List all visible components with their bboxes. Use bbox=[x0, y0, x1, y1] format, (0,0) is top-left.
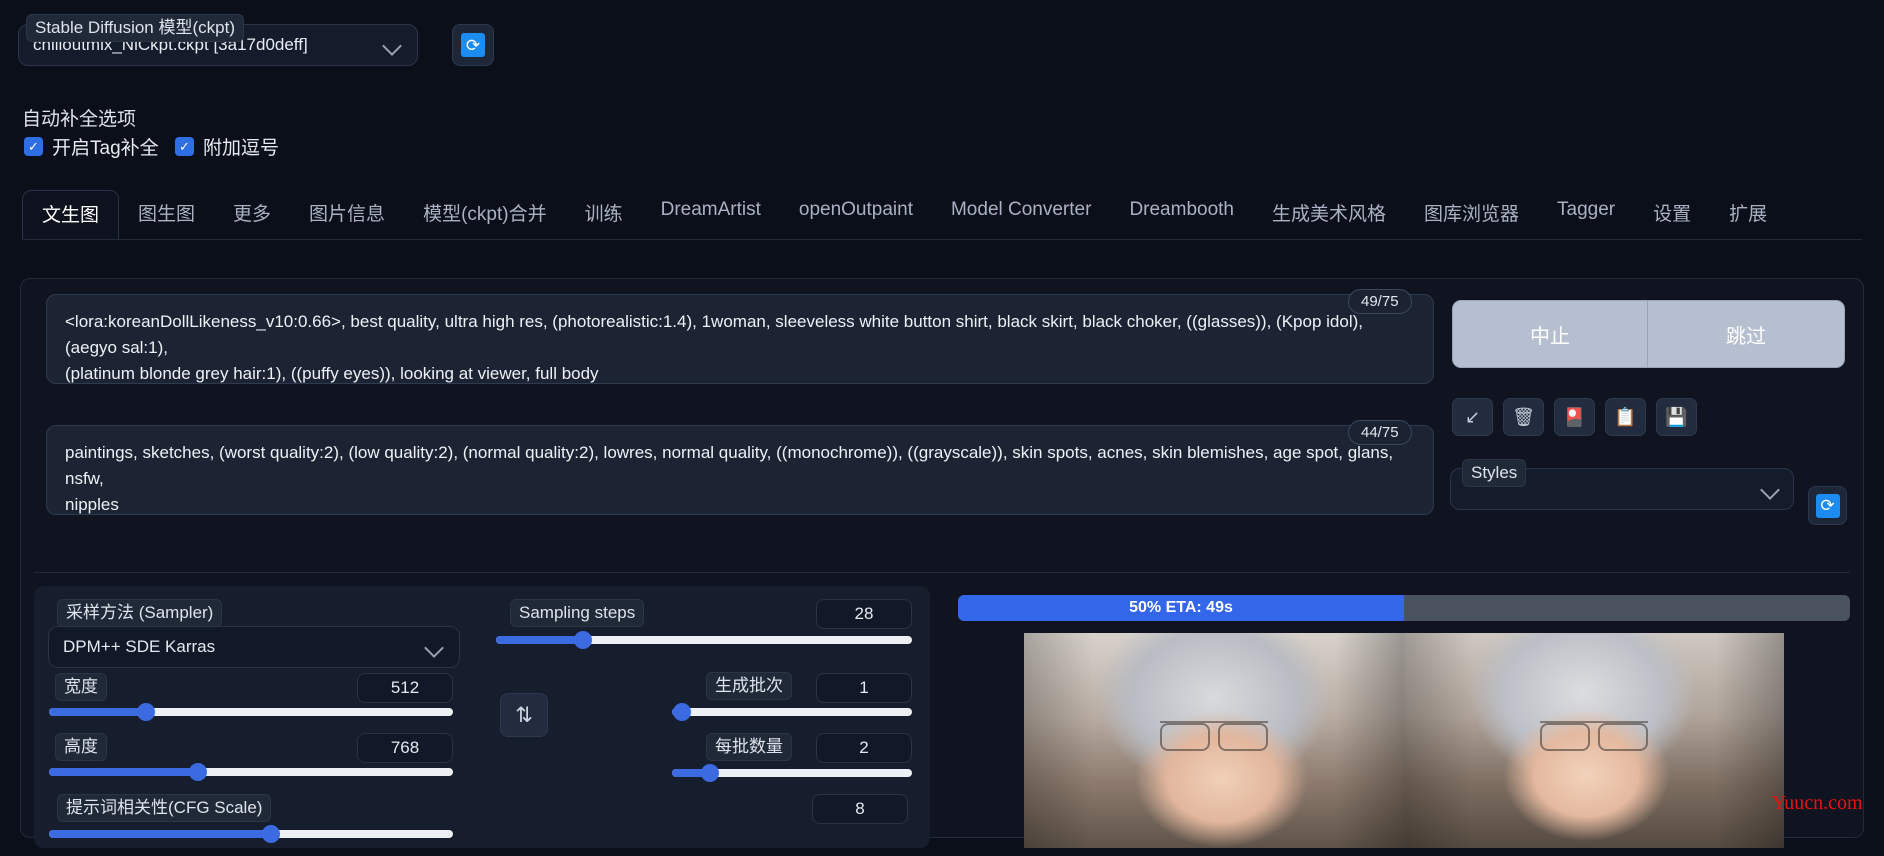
checkbox-append-comma[interactable]: ✓ 附加逗号 bbox=[175, 133, 279, 160]
width-slider[interactable] bbox=[49, 703, 453, 721]
tab-model-converter[interactable]: Model Converter bbox=[932, 190, 1110, 232]
save-style-button[interactable]: 💾 bbox=[1656, 398, 1697, 436]
cfg-scale-slider-fill bbox=[49, 830, 272, 838]
extra-networks-button[interactable]: 🎴 bbox=[1554, 398, 1595, 436]
height-label: 高度 bbox=[55, 733, 107, 761]
tab-dreamartist[interactable]: DreamArtist bbox=[642, 190, 780, 232]
site-watermark: Yuucn.com bbox=[1772, 792, 1863, 814]
sampling-steps-label: Sampling steps bbox=[510, 599, 645, 627]
negative-prompt-textarea[interactable]: paintings, sketches, (worst quality:2), … bbox=[46, 425, 1434, 515]
autocomplete-section-title: 自动补全选项 bbox=[22, 109, 137, 130]
main-tabbar: 文生图 图生图 更多 图片信息 模型(ckpt)合并 训练 DreamArtis… bbox=[22, 190, 1862, 240]
model-refresh-button[interactable]: ⟳ bbox=[452, 24, 494, 66]
tab-dreambooth[interactable]: Dreambooth bbox=[1110, 190, 1253, 232]
batch-size-label: 每批数量 bbox=[706, 733, 792, 761]
width-slider-thumb[interactable] bbox=[136, 703, 155, 721]
tab-train[interactable]: 训练 bbox=[566, 190, 642, 237]
art-card-icon: 🎴 bbox=[1563, 406, 1586, 427]
cfg-scale-label: 提示词相关性(CFG Scale) bbox=[57, 794, 272, 822]
batch-count-value[interactable]: 1 bbox=[816, 673, 912, 703]
tab-openoutpaint[interactable]: openOutpaint bbox=[780, 190, 932, 232]
checkbox-tag-autocomplete-label: 开启Tag补全 bbox=[52, 138, 159, 159]
tab-image-info[interactable]: 图片信息 bbox=[290, 190, 404, 237]
result-image-1-shading bbox=[1024, 633, 1404, 848]
tab-tagger[interactable]: Tagger bbox=[1538, 190, 1634, 232]
negative-prompt-token-counter: 44/75 bbox=[1348, 420, 1412, 445]
result-image-2-shading bbox=[1404, 633, 1784, 848]
batch-size-value[interactable]: 2 bbox=[816, 733, 912, 763]
result-image-2[interactable] bbox=[1404, 633, 1784, 848]
result-image-1[interactable] bbox=[1024, 633, 1404, 848]
tab-image-browser[interactable]: 图库浏览器 bbox=[1405, 190, 1538, 237]
trash-icon: 🗑 bbox=[1512, 406, 1535, 427]
batch-count-slider-thumb[interactable] bbox=[672, 703, 691, 721]
prompt-token-counter: 49/75 bbox=[1348, 289, 1412, 314]
tab-art-styles[interactable]: 生成美术风格 bbox=[1253, 190, 1405, 237]
cfg-scale-slider[interactable] bbox=[49, 825, 453, 843]
arrow-down-left-icon: ↙ bbox=[1464, 406, 1481, 427]
generation-progress-bar: 50% ETA: 49s bbox=[958, 595, 1850, 621]
sampler-select[interactable]: DPM++ SDE Karras bbox=[48, 626, 460, 668]
tab-settings[interactable]: 设置 bbox=[1634, 190, 1710, 237]
prompt-line-1: <lora:koreanDollLikeness_v10:0.66>, best… bbox=[65, 312, 1363, 357]
sampling-steps-slider-fill bbox=[496, 636, 584, 644]
sampling-steps-value[interactable]: 28 bbox=[816, 599, 912, 629]
save-floppy-icon: 💾 bbox=[1665, 406, 1688, 427]
checkbox-tag-autocomplete[interactable]: ✓ 开启Tag补全 bbox=[24, 133, 159, 160]
width-value[interactable]: 512 bbox=[357, 673, 453, 703]
swap-dimensions-button[interactable]: ⇅ bbox=[500, 693, 548, 737]
sampler-value: DPM++ SDE Karras bbox=[63, 637, 216, 656]
width-slider-fill bbox=[49, 708, 146, 716]
tab-txt2img[interactable]: 文生图 bbox=[22, 190, 120, 239]
restore-progress-button[interactable]: ↙ bbox=[1452, 398, 1493, 436]
tab-img2img[interactable]: 图生图 bbox=[119, 190, 214, 237]
styles-refresh-button[interactable]: ⟳ bbox=[1808, 486, 1847, 525]
sampling-steps-slider[interactable] bbox=[496, 631, 912, 649]
checkbox-checked-icon: ✓ bbox=[24, 137, 43, 156]
height-slider[interactable] bbox=[49, 763, 453, 781]
clear-prompt-button[interactable]: 🗑 bbox=[1503, 398, 1544, 436]
swap-arrows-icon: ⇅ bbox=[515, 703, 533, 727]
tab-more[interactable]: 更多 bbox=[214, 190, 290, 237]
chevron-down-icon bbox=[382, 36, 402, 56]
checkbox-append-comma-label: 附加逗号 bbox=[203, 138, 280, 159]
negative-prompt-line-1: paintings, sketches, (worst quality:2), … bbox=[65, 443, 1394, 488]
sd-model-label: Stable Diffusion 模型(ckpt) bbox=[26, 14, 244, 42]
batch-count-slider[interactable] bbox=[672, 703, 912, 721]
tab-checkpoint-merger[interactable]: 模型(ckpt)合并 bbox=[404, 190, 566, 237]
apply-style-button[interactable]: 📋 bbox=[1605, 398, 1646, 436]
generation-progress-fill: 50% ETA: 49s bbox=[958, 595, 1404, 621]
interrupt-button[interactable]: 中止 bbox=[1452, 300, 1648, 368]
width-label: 宽度 bbox=[55, 673, 107, 701]
cfg-scale-value[interactable]: 8 bbox=[812, 794, 908, 824]
clipboard-icon: 📋 bbox=[1614, 406, 1637, 427]
height-slider-fill bbox=[49, 768, 199, 776]
batch-size-slider[interactable] bbox=[672, 764, 912, 782]
tab-extensions[interactable]: 扩展 bbox=[1710, 190, 1786, 237]
negative-prompt-line-2: nipples bbox=[65, 495, 119, 514]
refresh-icon: ⟳ bbox=[1815, 493, 1840, 518]
refresh-icon: ⟳ bbox=[461, 33, 485, 57]
styles-label: Styles bbox=[1462, 459, 1527, 487]
result-gallery[interactable] bbox=[1024, 633, 1784, 848]
skip-button[interactable]: 跳过 bbox=[1648, 300, 1845, 368]
chevron-down-icon bbox=[1760, 480, 1780, 500]
generation-progress-text: 50% ETA: 49s bbox=[1129, 599, 1233, 616]
height-value[interactable]: 768 bbox=[357, 733, 453, 763]
chevron-down-icon bbox=[424, 638, 444, 658]
sampler-label: 采样方法 (Sampler) bbox=[57, 599, 223, 627]
section-divider bbox=[34, 572, 1850, 573]
prompt-textarea[interactable]: <lora:koreanDollLikeness_v10:0.66>, best… bbox=[46, 294, 1434, 384]
batch-count-label: 生成批次 bbox=[706, 672, 792, 700]
prompt-line-2: (platinum blonde grey hair:1), ((puffy e… bbox=[65, 364, 599, 383]
checkbox-checked-icon: ✓ bbox=[175, 137, 194, 156]
